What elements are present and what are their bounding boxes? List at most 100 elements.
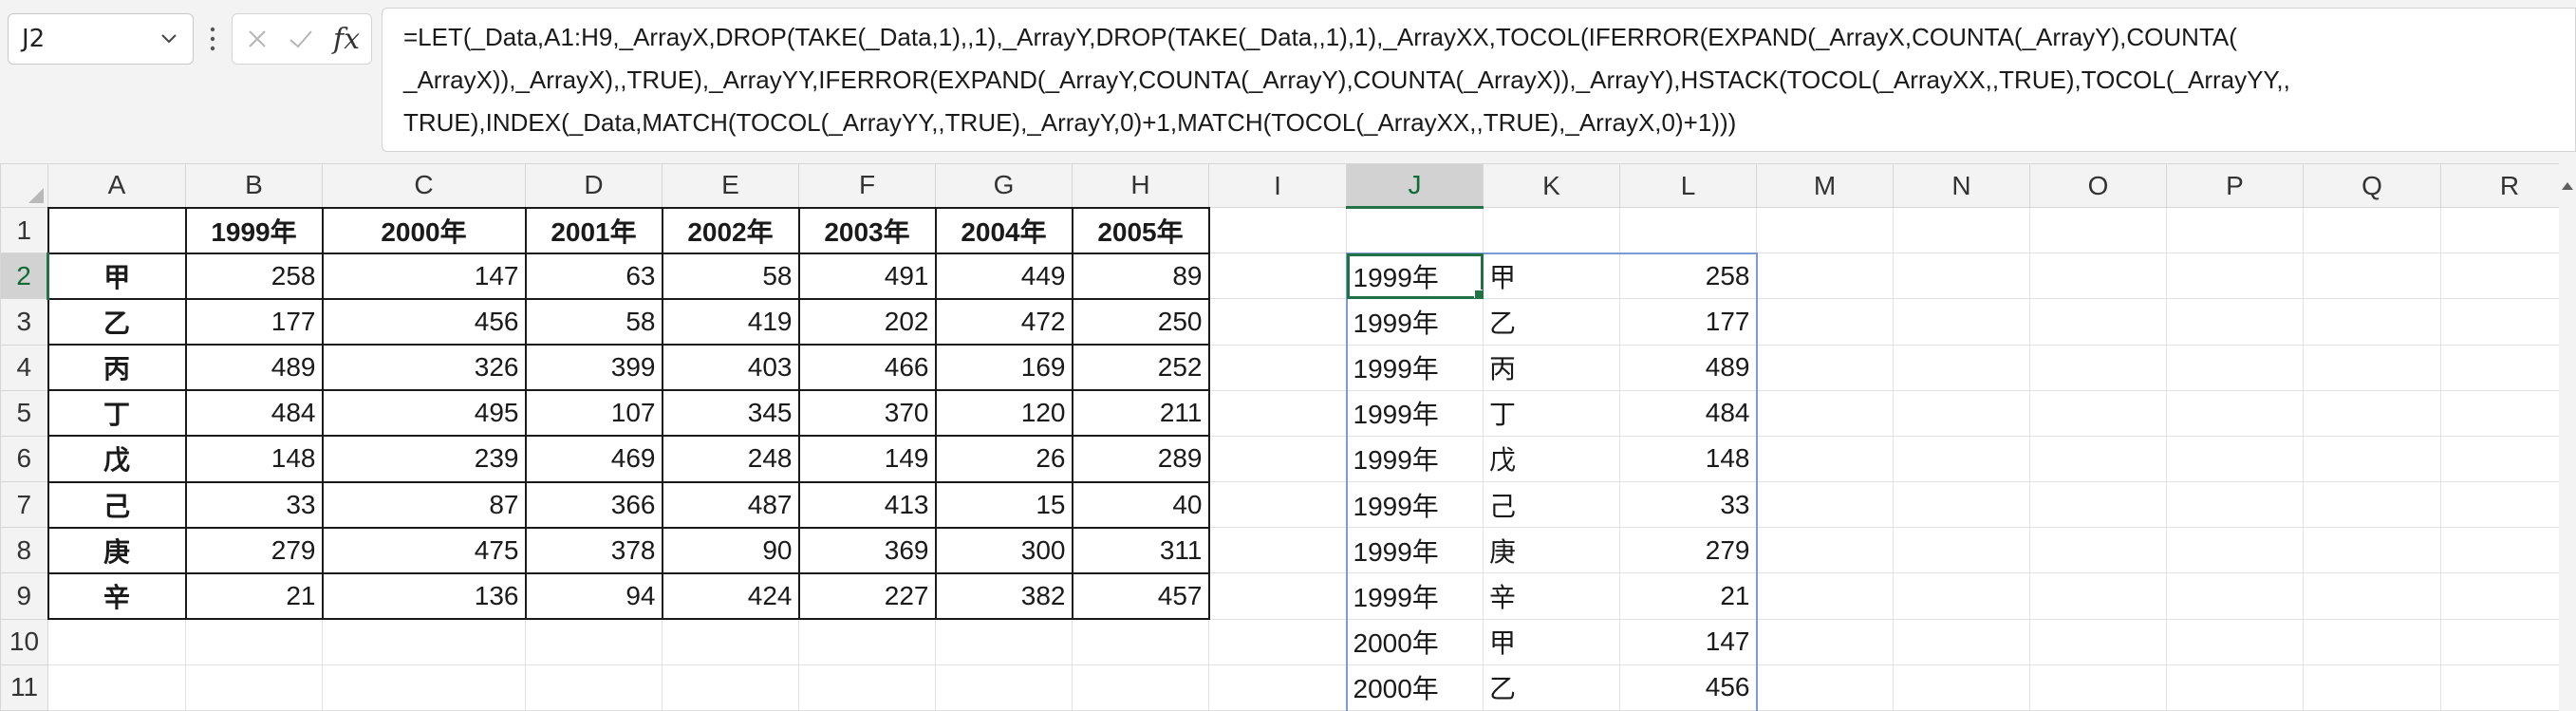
cell-k2[interactable]: 甲	[1483, 252, 1620, 300]
cell-h6[interactable]: 289	[1071, 435, 1210, 483]
cell-c3[interactable]: 456	[321, 297, 527, 346]
cell-o9[interactable]	[2029, 572, 2167, 620]
cell-k7[interactable]: 己	[1483, 481, 1620, 529]
column-header-c[interactable]: C	[322, 163, 526, 208]
cell-d2[interactable]: 63	[524, 252, 663, 300]
cell-g11[interactable]	[935, 664, 1073, 711]
cell-d8[interactable]: 378	[524, 526, 663, 574]
vertical-scrollbar[interactable]	[2559, 163, 2576, 711]
cell-a8[interactable]: 庚	[47, 526, 187, 574]
cell-n8[interactable]	[1893, 527, 2030, 574]
cell-j7[interactable]: 1999年	[1345, 481, 1484, 529]
cell-e7[interactable]: 487	[661, 480, 800, 529]
cell-r7[interactable]	[2440, 481, 2576, 529]
row-header-4[interactable]: 4	[0, 344, 48, 391]
cell-l5[interactable]: 484	[1619, 389, 1758, 437]
formula-input[interactable]: =LET(_Data,A1:H9,_ArrayX,DROP(TAKE(_Data…	[382, 8, 2576, 152]
cell-l11[interactable]: 456	[1619, 664, 1758, 711]
row-header-11[interactable]: 11	[0, 664, 48, 711]
cell-i6[interactable]	[1208, 435, 1347, 483]
cell-f3[interactable]: 202	[797, 297, 937, 346]
cell-k4[interactable]: 丙	[1483, 344, 1620, 391]
insert-function-button[interactable]: fx	[324, 14, 369, 64]
cell-e6[interactable]: 248	[661, 435, 800, 483]
cell-q10[interactable]	[2303, 618, 2441, 665]
column-header-b[interactable]: B	[185, 163, 323, 208]
row-header-3[interactable]: 3	[0, 298, 48, 346]
cell-j1[interactable]	[1346, 206, 1484, 254]
cell-c8[interactable]: 475	[321, 526, 527, 574]
row-header-2[interactable]: 2	[0, 253, 49, 300]
cell-n11[interactable]	[1893, 664, 2030, 711]
cell-n9[interactable]	[1893, 572, 2030, 620]
cell-i11[interactable]	[1208, 664, 1347, 711]
cell-p7[interactable]	[2166, 481, 2304, 529]
cell-q8[interactable]	[2303, 527, 2441, 574]
cell-d10[interactable]	[525, 618, 663, 665]
cell-o5[interactable]	[2029, 389, 2167, 437]
cell-c6[interactable]: 239	[321, 435, 527, 483]
cell-p3[interactable]	[2166, 298, 2304, 346]
cell-b6[interactable]: 148	[184, 435, 324, 483]
row-header-7[interactable]: 7	[0, 481, 48, 529]
cell-m10[interactable]	[1756, 618, 1894, 665]
cell-o6[interactable]	[2029, 435, 2167, 483]
cell-i8[interactable]	[1208, 527, 1347, 574]
cell-k5[interactable]: 丁	[1483, 389, 1620, 437]
cell-e9[interactable]: 424	[661, 571, 800, 621]
cell-o4[interactable]	[2029, 344, 2167, 391]
cell-q11[interactable]	[2303, 664, 2441, 711]
cell-b9[interactable]: 21	[184, 571, 324, 621]
cancel-button[interactable]	[236, 14, 278, 64]
cell-m4[interactable]	[1756, 344, 1894, 391]
cell-l1[interactable]	[1619, 206, 1757, 254]
cell-f7[interactable]: 413	[797, 480, 937, 529]
cell-g10[interactable]	[935, 618, 1073, 665]
row-header-9[interactable]: 9	[0, 572, 48, 620]
cell-b8[interactable]: 279	[184, 526, 324, 574]
cell-j11[interactable]: 2000年	[1345, 664, 1484, 711]
cell-c4[interactable]: 326	[321, 344, 527, 392]
cell-m9[interactable]	[1756, 572, 1894, 620]
cell-e5[interactable]: 345	[661, 389, 800, 438]
column-header-j[interactable]: J	[1346, 163, 1484, 209]
name-box[interactable]: J2	[8, 13, 194, 65]
cell-q3[interactable]	[2303, 298, 2441, 346]
cell-h7[interactable]: 40	[1071, 480, 1210, 529]
cell-q6[interactable]	[2303, 435, 2441, 483]
scroll-up-icon[interactable]	[2562, 182, 2573, 190]
column-header-i[interactable]: I	[1208, 163, 1347, 208]
column-header-d[interactable]: D	[525, 163, 663, 208]
cell-l10[interactable]: 147	[1619, 618, 1758, 665]
cell-a2[interactable]: 甲	[47, 252, 187, 300]
cell-l2[interactable]: 258	[1619, 252, 1758, 300]
cell-q1[interactable]	[2303, 206, 2441, 254]
cell-j4[interactable]: 1999年	[1345, 344, 1484, 391]
cell-p9[interactable]	[2166, 572, 2304, 620]
cell-f1[interactable]: 2003年	[797, 206, 937, 254]
cell-d4[interactable]: 399	[524, 344, 663, 392]
column-header-p[interactable]: P	[2166, 163, 2304, 208]
cell-p5[interactable]	[2166, 389, 2304, 437]
cell-m11[interactable]	[1756, 664, 1894, 711]
column-header-e[interactable]: E	[662, 163, 799, 208]
fill-handle[interactable]	[1474, 290, 1483, 298]
select-all-corner[interactable]	[0, 163, 48, 208]
cell-o10[interactable]	[2029, 618, 2167, 665]
cell-a1[interactable]	[47, 206, 187, 254]
cell-r9[interactable]	[2440, 572, 2576, 620]
cell-c11[interactable]	[322, 664, 526, 711]
cell-i3[interactable]	[1208, 298, 1347, 346]
cell-n2[interactable]	[1893, 253, 2030, 300]
cell-l7[interactable]: 33	[1619, 481, 1758, 529]
cell-p4[interactable]	[2166, 344, 2304, 391]
cell-l9[interactable]: 21	[1619, 572, 1758, 620]
cell-k8[interactable]: 庚	[1483, 527, 1620, 574]
cell-r6[interactable]	[2440, 435, 2576, 483]
cell-f6[interactable]: 149	[797, 435, 937, 483]
cell-i9[interactable]	[1208, 572, 1347, 620]
cell-e8[interactable]: 90	[661, 526, 800, 574]
cell-b1[interactable]: 1999年	[184, 206, 324, 254]
cell-r5[interactable]	[2440, 389, 2576, 437]
cell-e2[interactable]: 58	[661, 252, 800, 300]
